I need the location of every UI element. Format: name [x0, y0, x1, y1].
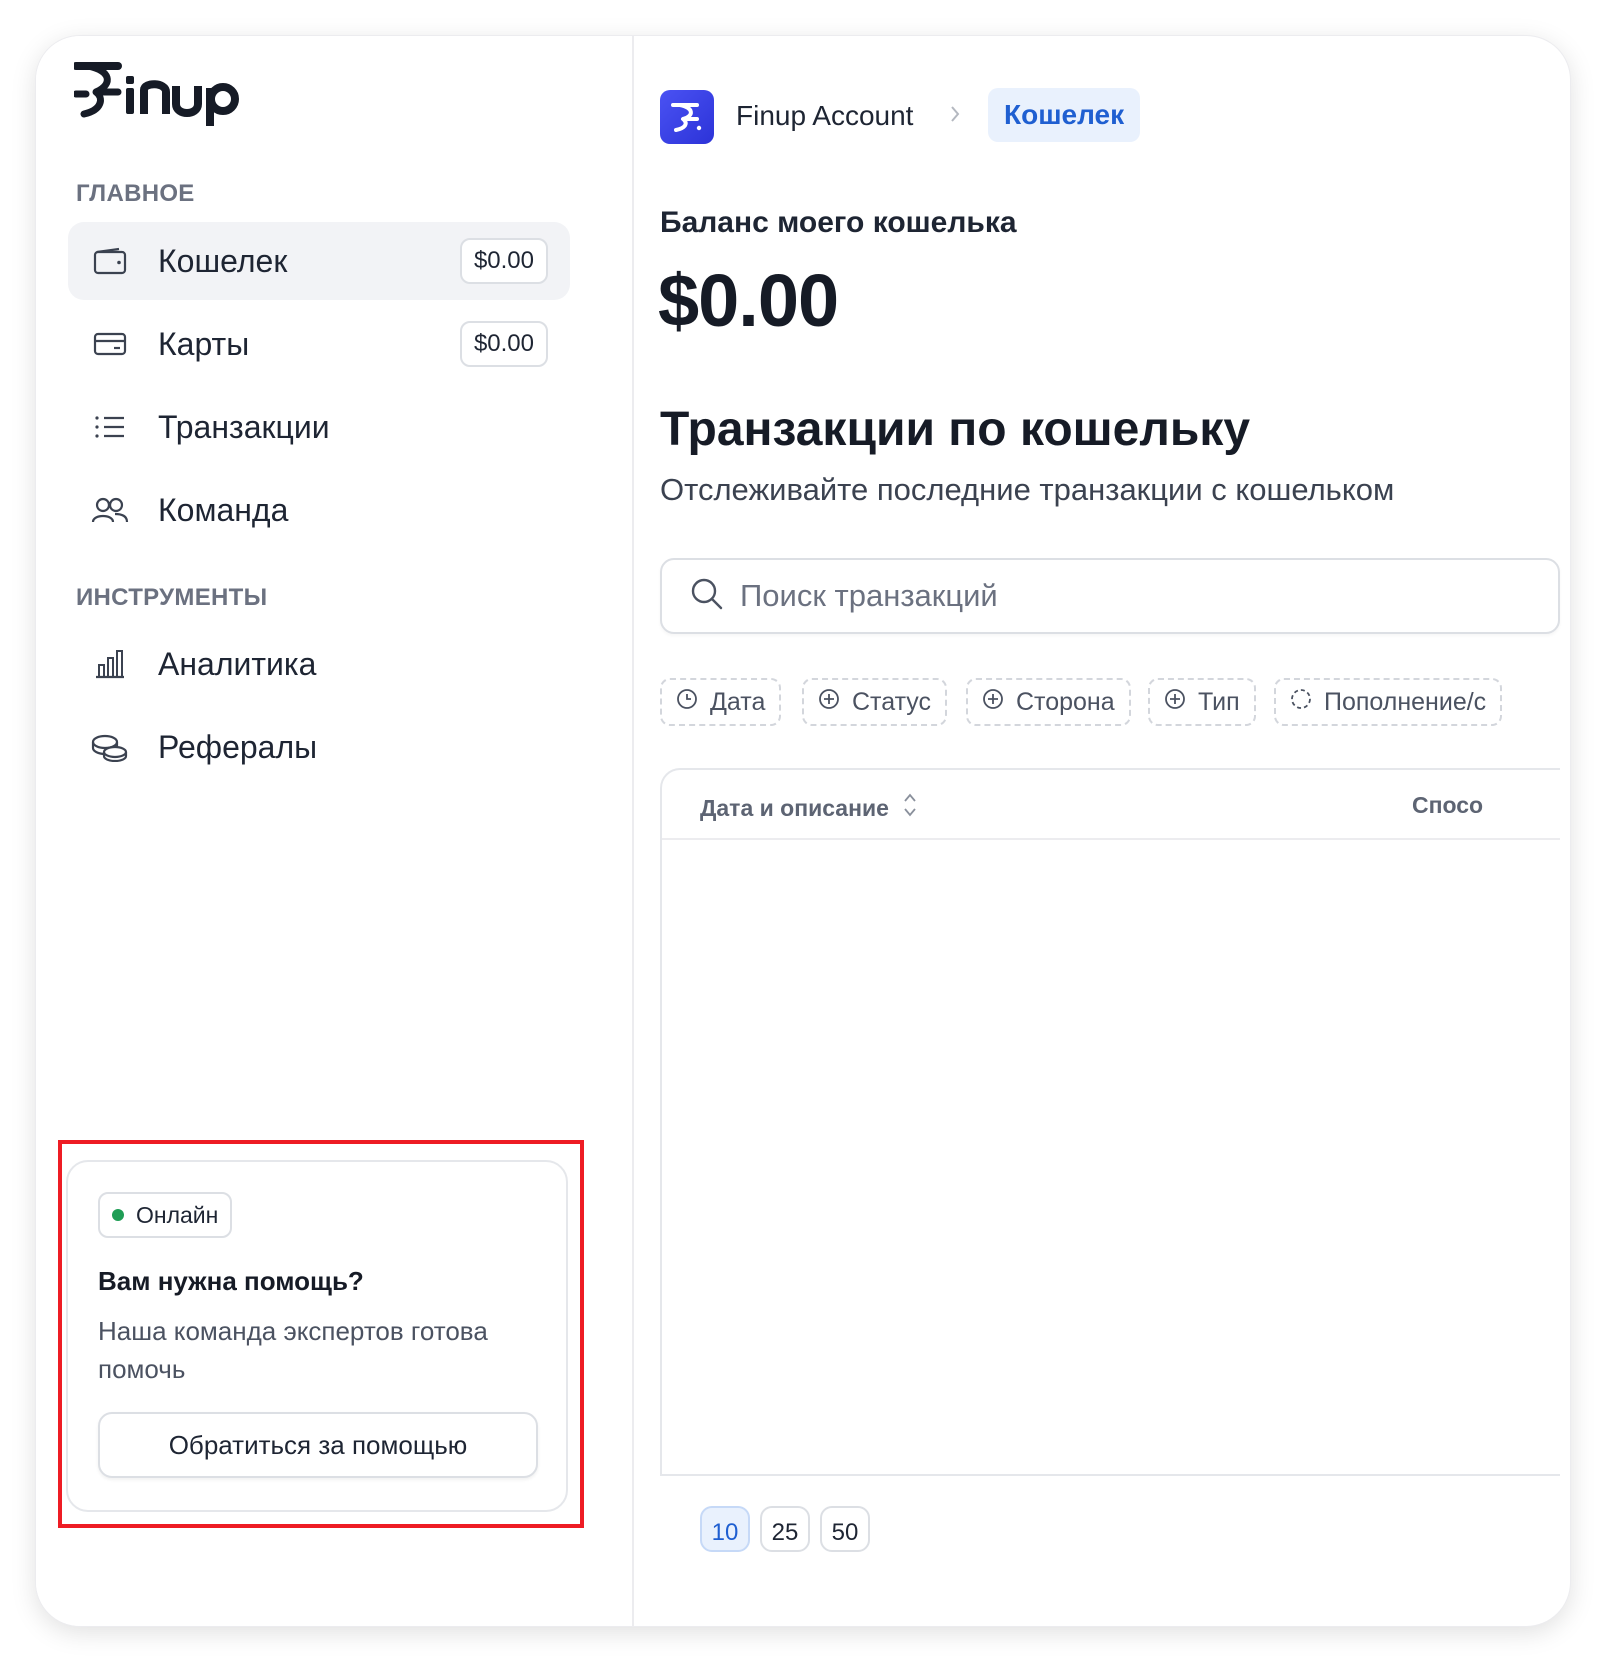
filter-label: Пополнение/с: [1324, 687, 1487, 716]
sidebar-item-label: Аналитика: [158, 645, 317, 682]
online-status-badge: Онлайн: [98, 1192, 233, 1238]
breadcrumb-current[interactable]: Кошелек: [988, 88, 1141, 142]
filter-label: Дата: [710, 687, 766, 716]
filter-label: Сторона: [1016, 687, 1115, 716]
page-size-50[interactable]: 50: [820, 1506, 870, 1552]
table-header: Дата и описание Спосо: [662, 770, 1560, 840]
list-icon: [90, 407, 130, 447]
plus-circle-icon: [1164, 688, 1186, 717]
help-title: Вам нужна помощь?: [98, 1266, 364, 1296]
search-box[interactable]: [660, 558, 1560, 634]
page-size-25[interactable]: 25: [760, 1506, 810, 1552]
section-label-tools: ИНСТРУМЕНТЫ: [76, 584, 268, 611]
main-content: Finup Account Кошелек Баланс моего кошел…: [636, 36, 1570, 1626]
plus-circle-icon: [818, 688, 840, 717]
cards-balance-badge: $0.00: [459, 321, 548, 367]
page-size-selector: 10 25 50: [700, 1506, 870, 1552]
dashed-circle-icon: [1290, 688, 1312, 717]
column-date-description[interactable]: Дата и описание: [700, 792, 917, 824]
sidebar-item-label: Команда: [158, 491, 289, 528]
plus-circle-icon: [982, 688, 1004, 717]
filter-status[interactable]: Статус: [802, 678, 948, 726]
filter-date[interactable]: Дата: [660, 678, 782, 726]
column-label: Дата и описание: [700, 794, 889, 821]
team-icon: [90, 490, 130, 530]
filter-label: Статус: [852, 687, 932, 716]
sort-icon: [903, 792, 917, 824]
sidebar-item-label: Рефералы: [158, 728, 318, 765]
sidebar-item-label: Кошелек: [158, 242, 288, 279]
help-card: Онлайн Вам нужна помощь? Наша команда эк…: [66, 1160, 568, 1512]
online-dot-icon: [112, 1209, 124, 1221]
online-status-label: Онлайн: [136, 1201, 219, 1228]
section-label-main: ГЛАВНОЕ: [76, 180, 195, 207]
app-window: ГЛАВНОЕ Кошелек $0.00 Карты $0.00 Транза…: [36, 36, 1570, 1626]
sidebar-item-transactions[interactable]: Транзакции: [68, 388, 570, 466]
sidebar-item-team[interactable]: Команда: [68, 471, 570, 549]
column-method[interactable]: Спосо: [1412, 792, 1483, 819]
sidebar-item-label: Карты: [158, 325, 250, 362]
coins-icon: [90, 727, 130, 767]
filter-side[interactable]: Сторона: [966, 678, 1131, 726]
sidebar-item-referrals[interactable]: Рефералы: [68, 708, 570, 786]
wallet-icon: [90, 241, 130, 281]
chevron-right-icon: [948, 104, 962, 129]
finup-logo[interactable]: [72, 58, 246, 128]
page-size-10[interactable]: 10: [700, 1506, 750, 1552]
filter-deposit-withdrawal[interactable]: Пополнение/с: [1274, 678, 1503, 726]
sidebar-item-cards[interactable]: Карты $0.00: [68, 305, 570, 383]
card-icon: [90, 324, 130, 364]
help-text: Наша команда экспертов готова помочь: [98, 1316, 488, 1384]
balance-label: Баланс моего кошелька: [660, 206, 1017, 239]
filter-type[interactable]: Тип: [1148, 678, 1256, 726]
wallet-balance-badge: $0.00: [459, 238, 548, 284]
sidebar-item-analytics[interactable]: Аналитика: [68, 625, 570, 703]
page-subtitle: Отслеживайте последние транзакции с коше…: [660, 472, 1395, 507]
clock-icon: [676, 688, 698, 717]
search-icon: [690, 577, 724, 616]
contact-support-button[interactable]: Обратиться за помощью: [98, 1412, 538, 1478]
sidebar-item-wallet[interactable]: Кошелек $0.00: [68, 222, 570, 300]
filter-bar: Дата Статус Сторона Тип Пополнение/с: [660, 678, 1570, 728]
finup-account-logo-icon: [660, 90, 714, 144]
search-input[interactable]: [740, 578, 1440, 614]
filter-label: Тип: [1198, 687, 1240, 716]
sidebar: ГЛАВНОЕ Кошелек $0.00 Карты $0.00 Транза…: [36, 36, 634, 1626]
page-title: Транзакции по кошельку: [660, 403, 1251, 456]
sidebar-item-label: Транзакции: [158, 408, 330, 445]
transactions-table: Дата и описание Спосо: [660, 768, 1560, 1476]
breadcrumb-account[interactable]: Finup Account: [736, 100, 913, 132]
balance-value: $0.00: [658, 259, 839, 342]
chart-icon: [90, 644, 130, 684]
